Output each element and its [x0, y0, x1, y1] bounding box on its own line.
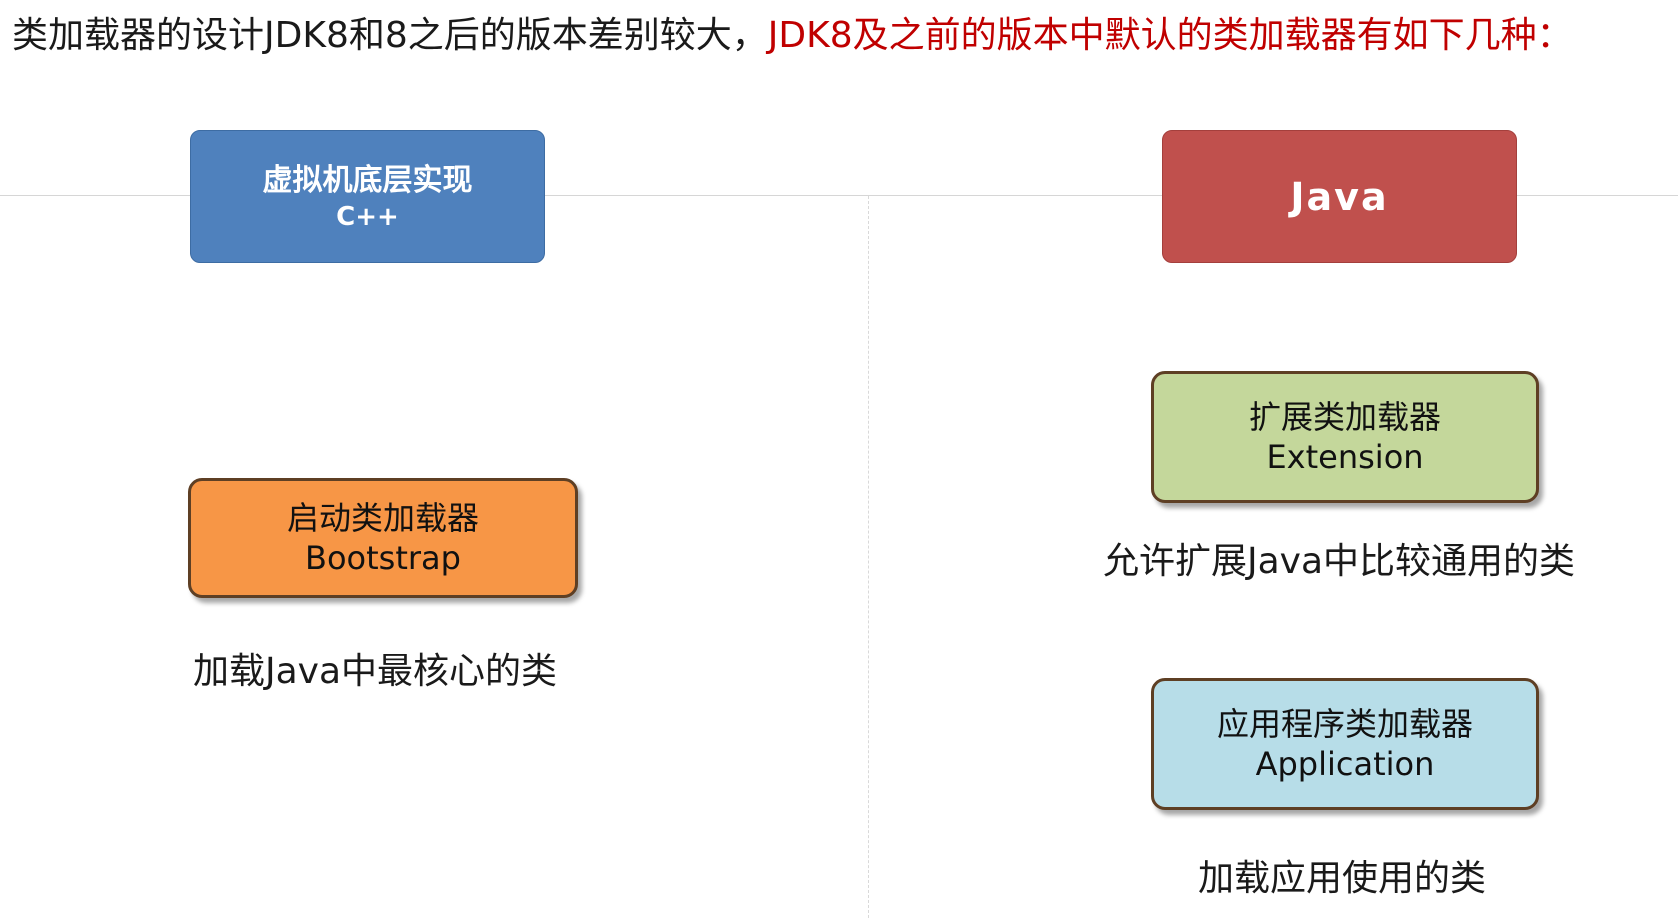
headline-part2-highlight: JDK8及之前的版本中默认的类加载器有如下几种： — [767, 15, 1573, 56]
java-box-title: Java — [1290, 174, 1389, 219]
native-box-title: 虚拟机底层实现 — [262, 162, 473, 198]
bootstrap-loader-label: Bootstrap — [305, 539, 461, 577]
application-loader-name: 应用程序类加载器 — [1216, 705, 1473, 743]
application-loader-box: 应用程序类加载器 Application — [1151, 678, 1539, 810]
slide: 类加载器的设计JDK8和8之后的版本差别较大，JDK8及之前的版本中默认的类加载… — [0, 0, 1678, 918]
bootstrap-loader-description: 加载Java中最核心的类 — [193, 651, 558, 692]
application-loader-description: 加载应用使用的类 — [1198, 858, 1487, 899]
bootstrap-loader-name: 启动类加载器 — [286, 499, 479, 537]
headline-part1: 类加载器的设计JDK8和8之后的版本差别较大， — [12, 15, 768, 56]
vertical-divider — [868, 196, 869, 918]
extension-loader-description: 允许扩展Java中比较通用的类 — [1103, 541, 1576, 582]
application-loader-label: Application — [1255, 745, 1435, 783]
extension-loader-box: 扩展类加载器 Extension — [1151, 371, 1539, 503]
extension-loader-label: Extension — [1266, 438, 1424, 476]
headline: 类加载器的设计JDK8和8之后的版本差别较大，JDK8及之前的版本中默认的类加载… — [12, 10, 1573, 62]
extension-loader-name: 扩展类加载器 — [1248, 398, 1441, 436]
bootstrap-loader-box: 启动类加载器 Bootstrap — [188, 478, 578, 598]
java-implementation-box: Java — [1162, 130, 1517, 263]
native-implementation-box: 虚拟机底层实现 C++ — [190, 130, 545, 263]
native-box-language: C++ — [336, 201, 399, 232]
